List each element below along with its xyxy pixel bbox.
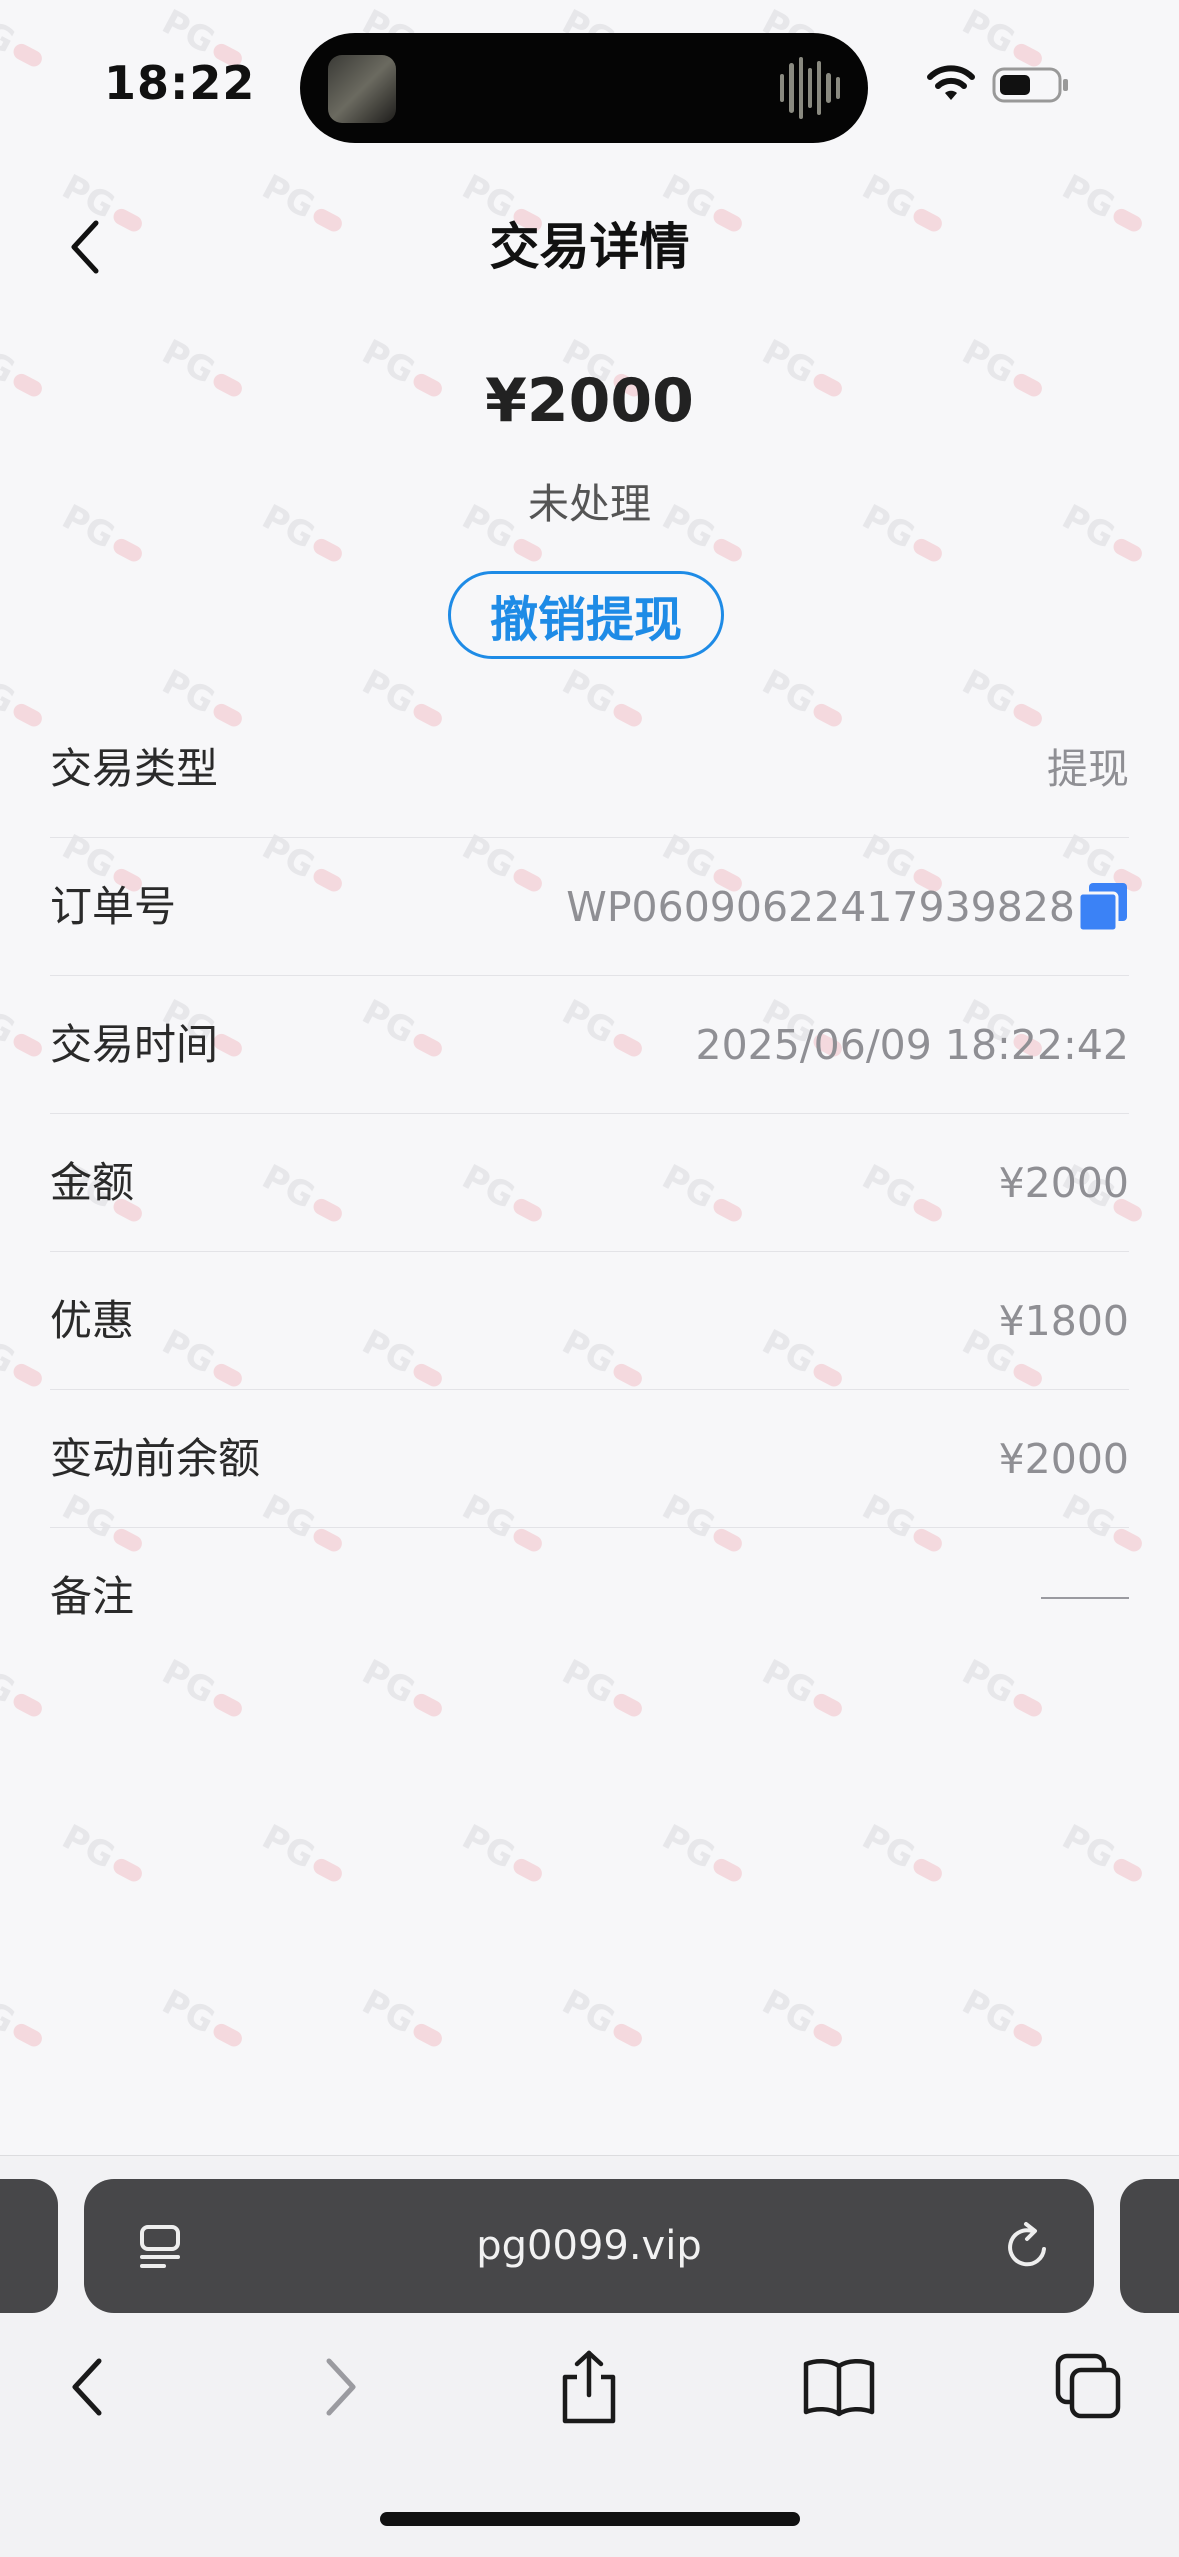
watermark-mark: PG xyxy=(56,2147,151,2150)
watermark-mark: PG xyxy=(656,2147,751,2150)
watermark-mark: PG xyxy=(256,1817,351,1893)
detail-row-balance-before: 变动前余额 ¥2000 xyxy=(50,1390,1129,1528)
reload-icon[interactable] xyxy=(1000,2219,1056,2275)
watermark-mark: PG xyxy=(56,1817,151,1893)
detail-label: 交易时间 xyxy=(50,1020,219,1069)
detail-label: 备注 xyxy=(50,1572,135,1621)
address-bar[interactable]: pg0099.vip xyxy=(84,2179,1094,2313)
next-tab-preview[interactable] xyxy=(1120,2179,1179,2313)
page-title: 交易详情 xyxy=(489,218,690,276)
previous-tab-preview[interactable] xyxy=(0,2179,58,2313)
watermark-mark: PG xyxy=(0,662,51,738)
share-icon xyxy=(562,2350,616,2424)
watermark-mark: PG xyxy=(156,1982,251,2058)
detail-label: 交易类型 xyxy=(50,744,219,793)
detail-row-type: 交易类型 提现 xyxy=(50,700,1129,838)
watermark-mark: PG xyxy=(1056,2147,1151,2150)
detail-label: 金额 xyxy=(50,1158,135,1207)
detail-row-time: 交易时间 2025/06/09 18:22:42 xyxy=(50,976,1129,1114)
order-number-value: WP06090622417939828 xyxy=(566,883,1075,931)
watermark-mark: PG xyxy=(1056,1817,1151,1893)
audio-waveform-icon xyxy=(780,57,840,119)
watermark-mark: PG xyxy=(0,992,51,1068)
dynamic-island xyxy=(300,33,868,143)
watermark-mark: PG xyxy=(456,2147,551,2150)
transaction-details: 交易类型 提现 订单号 WP06090622417939828 交易时间 202… xyxy=(50,700,1129,1666)
detail-value: ¥1800 xyxy=(998,1297,1129,1345)
wifi-icon xyxy=(927,65,975,100)
watermark-mark: PG xyxy=(556,1982,651,2058)
url-text: pg0099.vip xyxy=(476,2223,702,2269)
watermark-mark: PG xyxy=(856,2147,951,2150)
copy-icon[interactable] xyxy=(1077,881,1129,933)
cancel-withdrawal-button[interactable]: 撤销提现 xyxy=(448,571,724,659)
detail-label: 优惠 xyxy=(50,1296,135,1345)
detail-value: 2025/06/09 18:22:42 xyxy=(695,1021,1129,1069)
detail-row-amount: 金额 ¥2000 xyxy=(50,1114,1129,1252)
tabs-button[interactable] xyxy=(1044,2342,1134,2432)
watermark-mark: PG xyxy=(956,1982,1051,2058)
now-playing-artwork xyxy=(328,55,396,123)
chevron-left-icon xyxy=(72,2358,102,2416)
empty-value-dash xyxy=(1041,1597,1129,1599)
detail-row-order-number: 订单号 WP06090622417939828 xyxy=(50,838,1129,976)
browser-forward-button[interactable] xyxy=(296,2342,386,2432)
bookmarks-button[interactable] xyxy=(794,2342,884,2432)
watermark-mark: PG xyxy=(356,1982,451,2058)
watermark-mark: PG xyxy=(756,1982,851,2058)
browser-back-button[interactable] xyxy=(42,2342,132,2432)
battery-icon xyxy=(992,67,1068,103)
detail-row-remark: 备注 xyxy=(50,1528,1129,1666)
tabs-icon xyxy=(1055,2353,1121,2419)
detail-row-discount: 优惠 ¥1800 xyxy=(50,1252,1129,1390)
transaction-amount: ¥2000 xyxy=(485,366,694,436)
share-button[interactable] xyxy=(544,2342,634,2432)
detail-value: ¥2000 xyxy=(998,1435,1129,1483)
detail-label: 变动前余额 xyxy=(50,1434,261,1483)
chevron-right-icon xyxy=(326,2358,356,2416)
book-icon xyxy=(803,2359,875,2417)
detail-label: 订单号 xyxy=(50,882,177,931)
watermark-mark: PG xyxy=(456,1817,551,1893)
watermark-mark: PG xyxy=(0,1982,51,2058)
watermark-mark: PG xyxy=(656,1817,751,1893)
watermark-mark: PG xyxy=(0,1322,51,1398)
detail-value: ¥2000 xyxy=(998,1159,1129,1207)
watermark-mark: PG xyxy=(856,1817,951,1893)
watermark-mark: PG xyxy=(0,1652,51,1728)
status-bar: 18:22 xyxy=(0,0,1179,160)
transaction-status: 未处理 xyxy=(528,480,651,528)
status-time: 18:22 xyxy=(104,56,256,110)
home-indicator xyxy=(380,2512,800,2526)
detail-value: 提现 xyxy=(1047,745,1129,793)
watermark-mark: PG xyxy=(256,2147,351,2150)
